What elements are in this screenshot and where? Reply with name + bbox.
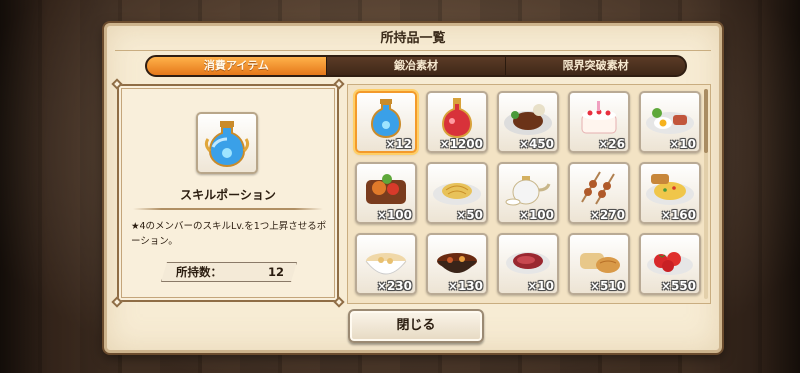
item-count: ×10 <box>669 137 696 151</box>
inventory-slot[interactable]: ×10 <box>639 91 701 153</box>
quantity-box: 所持数： 12 <box>161 262 297 282</box>
item-count: ×26 <box>598 137 625 151</box>
item-count: ×160 <box>660 208 696 222</box>
inventory-slot[interactable]: ×270 <box>568 162 630 224</box>
skewers-icon <box>581 171 615 205</box>
ham-icon <box>506 252 550 274</box>
fried-rice-icon <box>646 174 694 205</box>
tomatoes-icon <box>647 252 693 275</box>
title-divider <box>115 50 711 51</box>
item-count: ×450 <box>518 137 554 151</box>
inventory-slot[interactable]: ×100 <box>355 162 417 224</box>
bacon-eggs-icon <box>646 108 694 134</box>
item-description: ★4のメンバーのスキルLv.を1つ上昇させるポーション。 <box>131 221 327 247</box>
item-count: ×100 <box>376 208 412 222</box>
dialog-title: 所持品一覧 <box>380 31 446 46</box>
inventory-slot[interactable]: ×1200 <box>426 91 488 153</box>
item-count: ×550 <box>660 279 696 293</box>
tab-smithing-materials[interactable]: 鍛冶素材 <box>326 57 507 75</box>
inventory-slot[interactable]: ×50 <box>426 162 488 224</box>
inventory-slot[interactable]: ×100 <box>497 162 559 224</box>
item-count: ×510 <box>589 279 625 293</box>
skill-potion-icon <box>370 99 402 139</box>
inventory-grid: ×12 ×1200 ×450 ×26 ×10 ×100 ×50 ×100 ×270 ×160 ×23… <box>355 91 701 295</box>
frame-corner <box>111 296 123 308</box>
quantity-value: 12 <box>267 265 284 279</box>
bento-meal-icon <box>366 174 406 204</box>
item-name: スキルポーション <box>180 188 276 202</box>
frame-corner <box>333 296 345 308</box>
inventory-slot[interactable]: ×10 <box>497 233 559 295</box>
item-count: ×50 <box>456 208 483 222</box>
scrollbar-thumb[interactable] <box>704 89 708 153</box>
birthday-cake-icon <box>581 101 617 134</box>
inventory-slot[interactable]: ×130 <box>426 233 488 295</box>
red-potion-icon <box>441 98 473 139</box>
item-count: ×270 <box>589 208 625 222</box>
inventory-slot[interactable]: ×510 <box>568 233 630 295</box>
pasta-plate-icon <box>433 183 481 205</box>
inventory-slot[interactable]: ×230 <box>355 233 417 295</box>
inventory-scrollbar[interactable] <box>704 89 708 299</box>
inventory-slot[interactable]: ×160 <box>639 162 701 224</box>
quantity-label: 所持数： <box>176 265 222 279</box>
tab-consumables[interactable]: 消費アイテム <box>147 57 327 75</box>
name-divider <box>133 208 323 210</box>
category-tabs: 消費アイテム 鍛冶素材 限界突破素材 <box>145 55 687 77</box>
item-count: ×230 <box>376 279 412 293</box>
soup-bowl-icon <box>365 253 407 275</box>
inventory-slot[interactable]: ×12 <box>355 91 417 153</box>
inventory-dialog: 所持品一覧 消費アイテム 鍛冶素材 限界突破素材 スキルポーション ★4のメンバ… <box>104 23 722 353</box>
item-count: ×130 <box>447 279 483 293</box>
inventory-slot[interactable]: ×550 <box>639 233 701 295</box>
inventory-grid-panel: ×12 ×1200 ×450 ×26 ×10 ×100 ×50 ×100 ×270 ×160 ×23… <box>347 84 711 304</box>
item-count: ×100 <box>518 208 554 222</box>
item-count: ×10 <box>527 279 554 293</box>
tab-limit-break-materials[interactable]: 限界突破素材 <box>506 57 685 75</box>
item-count: ×1200 <box>439 137 483 151</box>
inventory-slot[interactable]: ×26 <box>568 91 630 153</box>
steak-plate-icon <box>504 104 552 135</box>
frame-corner <box>333 78 345 90</box>
close-button[interactable]: 閉じる <box>348 309 484 343</box>
stew-pot-icon <box>437 253 477 273</box>
item-detail-panel: スキルポーション ★4のメンバーのスキルLv.を1つ上昇させるポーション。 所持… <box>111 78 345 308</box>
frame-corner <box>111 78 123 90</box>
teapot-icon <box>505 176 551 206</box>
skill-potion-icon <box>196 112 258 174</box>
inventory-slot[interactable]: ×450 <box>497 91 559 153</box>
item-count: ×12 <box>385 137 412 151</box>
bread-icon <box>580 253 620 273</box>
